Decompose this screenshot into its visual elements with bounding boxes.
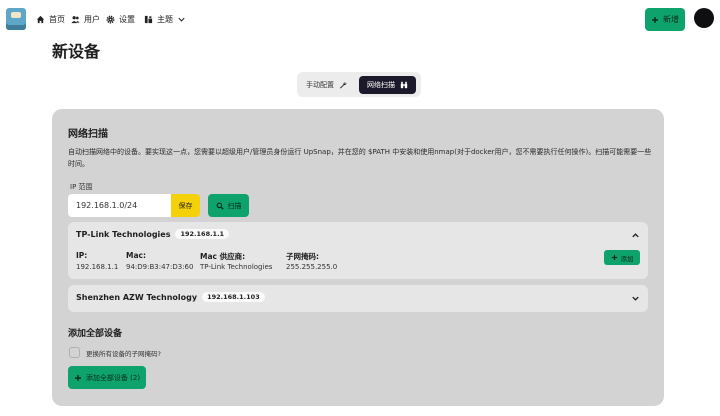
add-all-devices-label: 添加全部设备 (2) bbox=[85, 373, 141, 382]
add-device-label: 添加 bbox=[620, 254, 634, 263]
add-all-devices-button[interactable]: 添加全部设备 (2) bbox=[68, 366, 146, 389]
plus-icon bbox=[74, 374, 81, 381]
ip-range-input[interactable] bbox=[68, 194, 171, 217]
binoculars-icon bbox=[400, 81, 408, 89]
plus-icon bbox=[652, 16, 658, 23]
tab-manual[interactable]: 手动配置 bbox=[302, 76, 351, 94]
save-button[interactable]: 保存 bbox=[171, 194, 200, 217]
theme-icon bbox=[144, 15, 153, 23]
tab-network-scan[interactable]: 网络扫描 bbox=[359, 76, 416, 94]
wrench-icon bbox=[339, 82, 347, 89]
netmask-field-value: 255.255.255.0 bbox=[286, 263, 338, 271]
scan-button-label: 扫描 bbox=[227, 201, 242, 210]
ip-badge: 192.168.1.1 bbox=[175, 229, 230, 239]
nav-theme[interactable]: 主题 bbox=[144, 12, 186, 26]
scan-button[interactable]: 扫描 bbox=[208, 194, 249, 217]
tab-network-scan-label: 网络扫描 bbox=[367, 81, 395, 89]
search-icon bbox=[216, 202, 224, 210]
nav-users-label: 用户 bbox=[84, 14, 100, 24]
home-icon bbox=[36, 15, 45, 23]
nav-settings[interactable]: 设置 bbox=[106, 12, 135, 26]
plus-icon bbox=[611, 254, 617, 261]
nav-home-label: 首页 bbox=[49, 14, 65, 24]
nav-settings-label: 设置 bbox=[119, 14, 135, 24]
vendor-field-label: Mac 供应商: bbox=[200, 252, 246, 261]
vendor-field-value: TP-Link Technologies bbox=[200, 263, 273, 271]
tab-manual-label: 手动配置 bbox=[306, 81, 334, 89]
mac-field-value: 94:D9:B3:47:D3:60 bbox=[126, 263, 194, 271]
app-logo[interactable] bbox=[6, 8, 26, 30]
gear-icon bbox=[106, 15, 115, 23]
device-header[interactable]: TP-Link Technologies 192.168.1.1 bbox=[76, 229, 230, 239]
device-header[interactable]: Shenzhen AZW Technology 192.168.1.103 bbox=[76, 292, 265, 302]
new-device-label: 新增 bbox=[663, 15, 679, 24]
add-device-button[interactable]: 添加 bbox=[604, 250, 640, 265]
netmask-field-label: 子网掩码: bbox=[286, 252, 319, 261]
network-scan-title: 网络扫描 bbox=[68, 129, 108, 140]
ip-field-value: 192.168.1.1 bbox=[76, 263, 119, 271]
chevron-down-icon[interactable] bbox=[631, 294, 640, 303]
ip-range-label: IP 范围 bbox=[70, 183, 93, 191]
nav-users[interactable]: 用户 bbox=[71, 12, 100, 26]
users-icon bbox=[71, 15, 80, 23]
ip-field-label: IP: bbox=[76, 251, 88, 260]
page-title: 新设备 bbox=[52, 42, 101, 61]
ip-badge: 192.168.1.103 bbox=[202, 292, 265, 302]
replace-netmask-label: 更换所有设备的子网掩码? bbox=[86, 350, 161, 358]
add-all-title: 添加全部设备 bbox=[68, 329, 123, 339]
device-name: TP-Link Technologies bbox=[76, 229, 171, 239]
mac-field-label: Mac: bbox=[126, 251, 146, 260]
nav-theme-label: 主题 bbox=[157, 14, 173, 24]
network-scan-description: 自动扫描网络中的设备。要实现这一点，您需要以超级用户/管理员身份运行 UpSna… bbox=[68, 148, 652, 168]
device-name: Shenzhen AZW Technology bbox=[76, 292, 198, 302]
save-button-label: 保存 bbox=[178, 201, 193, 210]
avatar[interactable] bbox=[694, 8, 714, 28]
replace-netmask-checkbox[interactable] bbox=[69, 347, 80, 358]
new-device-button[interactable]: 新增 bbox=[645, 8, 685, 31]
nav-home[interactable]: 首页 bbox=[36, 12, 65, 26]
chevron-up-icon[interactable] bbox=[631, 231, 640, 240]
chevron-down-icon bbox=[178, 17, 185, 22]
